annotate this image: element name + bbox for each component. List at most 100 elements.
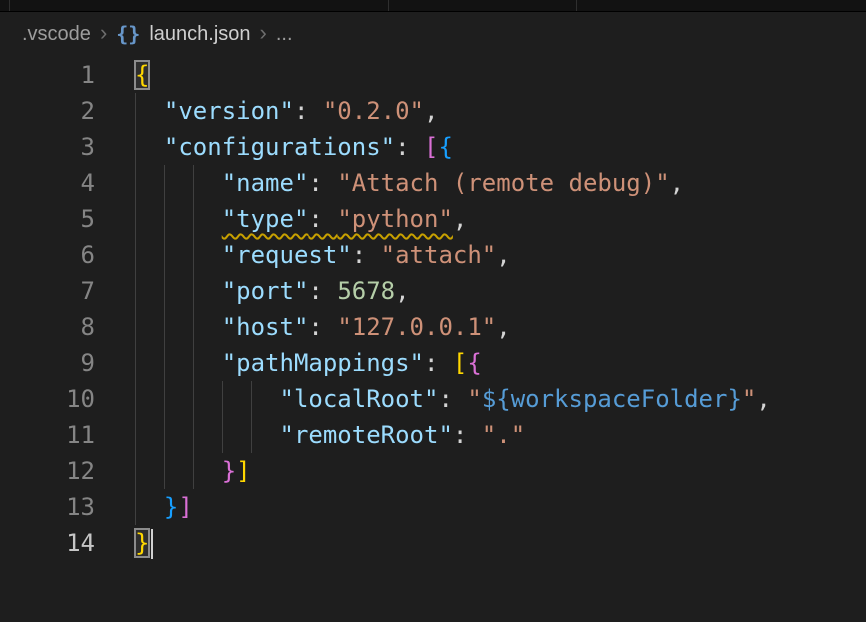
line-number: 4: [0, 165, 95, 201]
code-content: "remoteRoot": ".": [135, 417, 525, 453]
code-line[interactable]: 4 "name": "Attach (remote debug)",: [0, 165, 866, 201]
code-content: "version": "0.2.0",: [135, 93, 438, 129]
vscode-editor-window: .vscode › {} launch.json › ... 1{2 "vers…: [0, 0, 866, 622]
line-number: 14: [0, 525, 95, 561]
code-token: ,: [453, 205, 467, 233]
code-token: ": [467, 385, 481, 413]
line-number: 5: [0, 201, 95, 237]
code-token: [135, 133, 164, 161]
code-token: "attach": [381, 241, 497, 269]
code-line[interactable]: 5 "type": "python",: [0, 201, 866, 237]
code-content: }]: [135, 453, 251, 489]
code-token: "127.0.0.1": [337, 313, 496, 341]
breadcrumb-more[interactable]: ...: [276, 23, 293, 46]
code-content: }: [135, 525, 153, 561]
code-token: "pathMappings": [222, 349, 424, 377]
code-line[interactable]: 3 "configurations": [{: [0, 129, 866, 165]
code-token: [135, 457, 222, 485]
code-token: ,: [756, 385, 770, 413]
json-braces-icon: {}: [116, 22, 140, 46]
chevron-right-icon: ›: [100, 22, 107, 44]
code-token: [135, 169, 222, 197]
code-token: [135, 313, 222, 341]
editor-lines[interactable]: 1{2 "version": "0.2.0",3 "configurations…: [0, 56, 866, 561]
code-token: :: [395, 133, 424, 161]
code-token: [135, 97, 164, 125]
code-line[interactable]: 10 "localRoot": "${workspaceFolder}",: [0, 381, 866, 417]
code-token: [135, 277, 222, 305]
line-number: 7: [0, 273, 95, 309]
code-line[interactable]: 12 }]: [0, 453, 866, 489]
code-token: :: [308, 205, 337, 233]
code-token: :: [453, 421, 482, 449]
code-content: }]: [135, 489, 193, 525]
code-token: "request": [222, 241, 352, 269]
code-token: ]: [236, 457, 250, 485]
code-token: :: [438, 385, 467, 413]
breadcrumb-folder[interactable]: .vscode: [22, 23, 91, 46]
code-line[interactable]: 1{: [0, 57, 866, 93]
code-token: "python": [337, 205, 453, 233]
code-content: "host": "127.0.0.1",: [135, 309, 511, 345]
code-token: ,: [424, 97, 438, 125]
code-token: "remoteRoot": [280, 421, 453, 449]
code-token: [135, 421, 280, 449]
code-token: }: [164, 493, 178, 521]
code-token: ${workspaceFolder}: [482, 385, 742, 413]
code-token: :: [294, 97, 323, 125]
line-number: 8: [0, 309, 95, 345]
code-token: "configurations": [164, 133, 395, 161]
code-line[interactable]: 7 "port": 5678,: [0, 273, 866, 309]
code-token: {: [438, 133, 452, 161]
code-content: "pathMappings": [{: [135, 345, 482, 381]
code-line[interactable]: 2 "version": "0.2.0",: [0, 93, 866, 129]
code-content: "name": "Attach (remote debug)",: [135, 165, 684, 201]
code-line[interactable]: 8 "host": "127.0.0.1",: [0, 309, 866, 345]
code-content: "request": "attach",: [135, 237, 511, 273]
code-token: "version": [164, 97, 294, 125]
code-token: "Attach (remote debug)": [337, 169, 669, 197]
code-token: ,: [395, 277, 409, 305]
breadcrumb: .vscode › {} launch.json › ...: [0, 12, 866, 56]
matched-bracket: {: [135, 61, 149, 89]
code-token: :: [424, 349, 453, 377]
code-token: "type": [222, 205, 309, 233]
code-token: ".": [482, 421, 525, 449]
code-token: [135, 349, 222, 377]
code-line[interactable]: 11 "remoteRoot": ".": [0, 417, 866, 453]
code-token: "port": [222, 277, 309, 305]
line-number: 12: [0, 453, 95, 489]
chevron-right-icon: ›: [260, 22, 267, 44]
code-line[interactable]: 6 "request": "attach",: [0, 237, 866, 273]
code-token: ]: [178, 493, 192, 521]
code-content: "localRoot": "${workspaceFolder}",: [135, 381, 771, 417]
code-line[interactable]: 9 "pathMappings": [{: [0, 345, 866, 381]
tab-bar[interactable]: [0, 0, 866, 12]
code-token: :: [308, 313, 337, 341]
code-token: :: [352, 241, 381, 269]
line-number: 13: [0, 489, 95, 525]
code-content: {: [135, 57, 149, 93]
code-content: "configurations": [{: [135, 129, 453, 165]
code-token: "0.2.0": [323, 97, 424, 125]
line-number: 9: [0, 345, 95, 381]
code-token: :: [308, 277, 337, 305]
code-token: [135, 385, 280, 413]
line-number: 2: [0, 93, 95, 129]
code-token: ,: [496, 313, 510, 341]
code-token: [135, 241, 222, 269]
code-token: [135, 205, 222, 233]
tab-separator: [388, 0, 389, 11]
line-number: 6: [0, 237, 95, 273]
code-line[interactable]: 14}: [0, 525, 866, 561]
line-number: 1: [0, 57, 95, 93]
code-token: "name": [222, 169, 309, 197]
code-line[interactable]: 13 }]: [0, 489, 866, 525]
code-token: ,: [670, 169, 684, 197]
code-token: ": [742, 385, 756, 413]
code-token: "localRoot": [280, 385, 439, 413]
breadcrumb-file[interactable]: launch.json: [149, 23, 250, 46]
line-number: 10: [0, 381, 95, 417]
code-token: ,: [496, 241, 510, 269]
code-token: 5678: [337, 277, 395, 305]
